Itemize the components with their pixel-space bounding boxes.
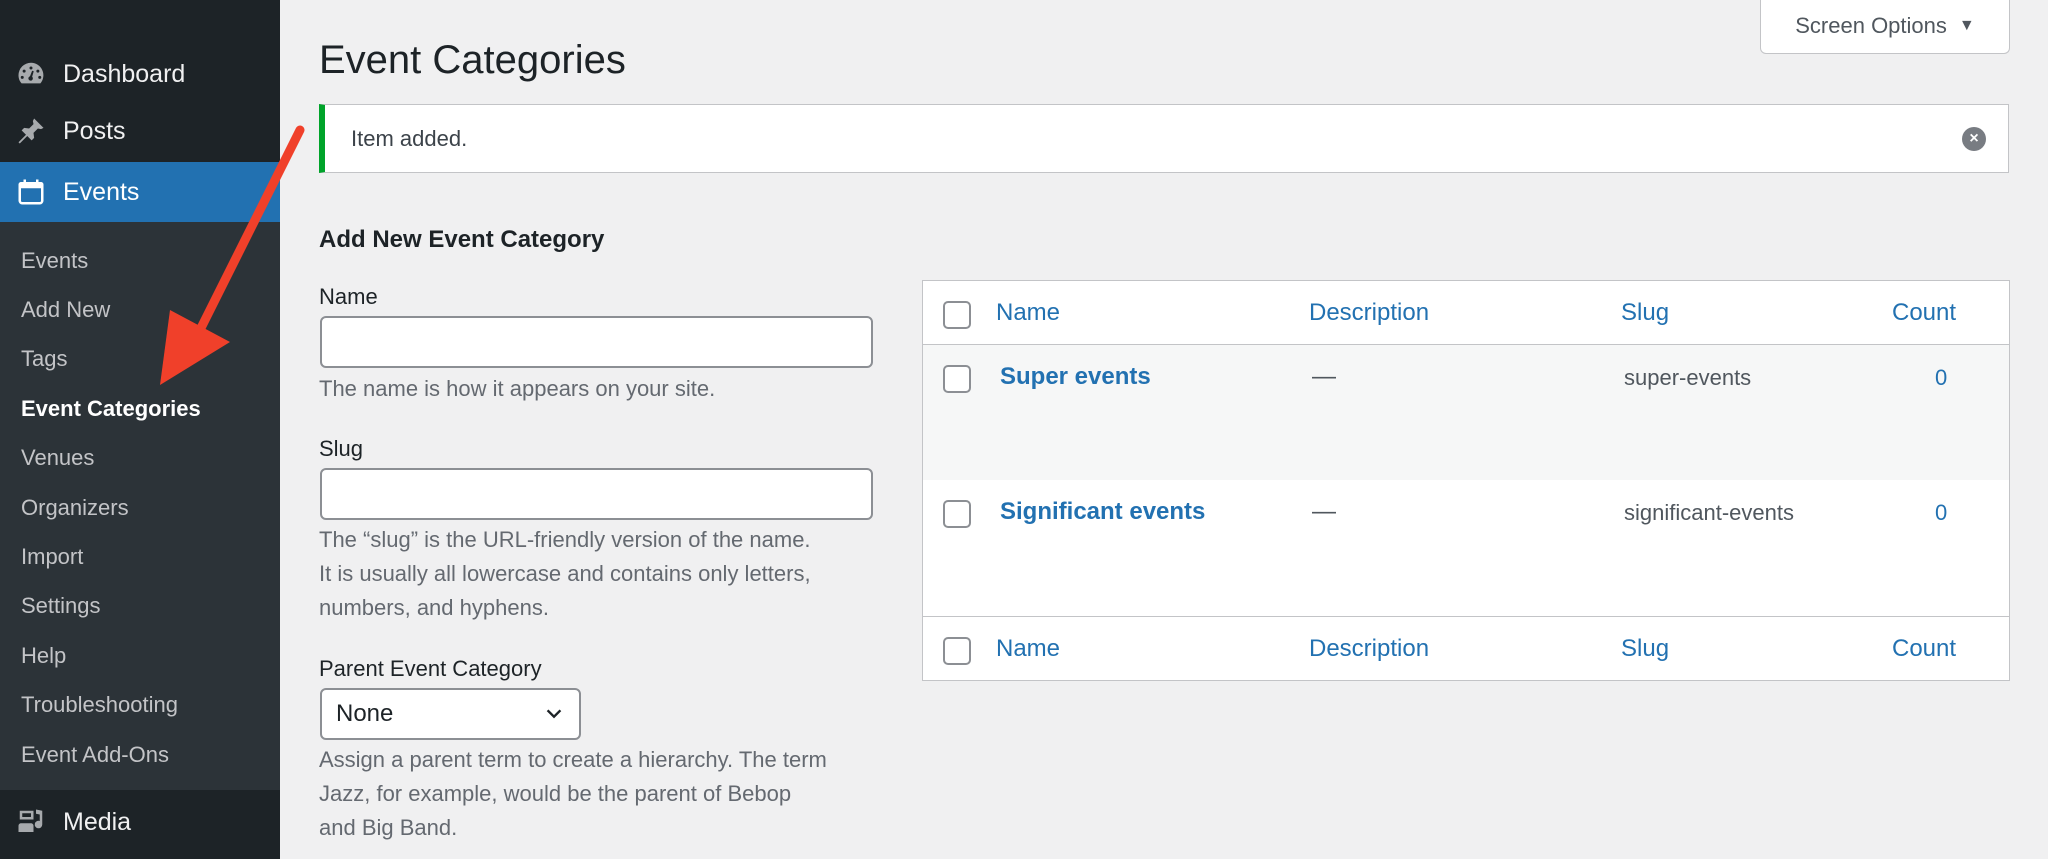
menu-dashboard[interactable]: Dashboard [0, 44, 280, 104]
calendar-icon [16, 177, 46, 207]
column-slug[interactable]: Slug [1621, 299, 1669, 327]
footer-column-slug[interactable]: Slug [1621, 635, 1669, 663]
submenu-event-add-ons[interactable]: Event Add-Ons [0, 730, 280, 779]
submenu-tags[interactable]: Tags [0, 335, 280, 384]
category-description: — [1312, 498, 1336, 525]
success-notice: Item added. × [319, 104, 2009, 173]
screen-options-label: Screen Options [1795, 12, 1947, 38]
categories-table: Name Description Slug Count Super events… [922, 280, 2010, 681]
table-header: Name Description Slug Count [923, 281, 2009, 345]
table-footer: Name Description Slug Count [923, 616, 2009, 680]
submenu-troubleshooting[interactable]: Troubleshooting [0, 681, 280, 730]
submenu-organizers[interactable]: Organizers [0, 483, 280, 532]
slug-input[interactable] [320, 468, 873, 520]
table-row: Significant events — significant-events … [923, 480, 2009, 615]
submenu-event-categories[interactable]: Event Categories [0, 384, 280, 433]
parent-help: Assign a parent term to create a hierarc… [319, 743, 889, 845]
notice-text: Item added. [351, 125, 468, 151]
page-title: Event Categories [319, 38, 626, 82]
select-all-checkbox-footer[interactable] [943, 637, 971, 665]
events-submenu: Events Add New Tags Event Categories Ven… [0, 222, 280, 790]
menu-events[interactable]: Events [0, 162, 280, 222]
menu-posts[interactable]: Posts [0, 101, 280, 161]
slug-help-line: numbers, and hyphens. [319, 595, 549, 620]
dashboard-icon [16, 59, 46, 89]
column-name[interactable]: Name [996, 299, 1060, 327]
category-count-link[interactable]: 0 [1935, 365, 1947, 391]
slug-label: Slug [319, 436, 364, 461]
slug-help-line: It is usually all lowercase and contains… [319, 561, 811, 586]
category-slug: significant-events [1624, 500, 1794, 525]
submenu-settings[interactable]: Settings [0, 582, 280, 631]
menu-media[interactable]: Media [0, 792, 280, 852]
menu-label: Dashboard [63, 59, 186, 88]
submenu-help[interactable]: Help [0, 631, 280, 680]
parent-category-select[interactable]: None [320, 688, 581, 740]
footer-column-count[interactable]: Count [1892, 635, 1956, 663]
main-content: Screen Options ▼ Event Categories Item a… [280, 0, 2048, 859]
parent-help-line: and Big Band. [319, 815, 458, 840]
parent-help-line: Jazz, for example, would be the parent o… [319, 781, 792, 806]
name-input[interactable] [320, 316, 873, 368]
screen-options-button[interactable]: Screen Options ▼ [1760, 0, 2010, 54]
table-row: Super events — super-events 0 [923, 345, 2009, 480]
footer-column-description[interactable]: Description [1309, 635, 1429, 663]
slug-help-line: The “slug” is the URL-friendly version o… [319, 527, 811, 552]
category-slug: super-events [1624, 365, 1752, 390]
menu-label: Media [63, 807, 132, 836]
column-count[interactable]: Count [1892, 299, 1956, 327]
category-description: — [1312, 363, 1336, 390]
select-all-checkbox[interactable] [943, 301, 971, 329]
chevron-down-icon [546, 709, 562, 719]
submenu-events[interactable]: Events [0, 236, 280, 285]
name-label: Name [319, 284, 378, 309]
submenu-venues[interactable]: Venues [0, 434, 280, 483]
footer-column-name[interactable]: Name [996, 635, 1060, 663]
pin-icon [16, 116, 46, 146]
row-checkbox[interactable] [943, 500, 971, 528]
menu-label: Posts [63, 116, 126, 145]
row-checkbox[interactable] [943, 365, 971, 393]
admin-sidebar: Dashboard Posts Events Events Add New Ta… [0, 0, 280, 859]
column-description[interactable]: Description [1309, 299, 1429, 327]
parent-help-line: Assign a parent term to create a hierarc… [319, 747, 827, 772]
name-help: The name is how it appears on your site. [319, 376, 716, 401]
triangle-down-icon: ▼ [1958, 16, 1975, 34]
submenu-add-new[interactable]: Add New [0, 285, 280, 334]
menu-label: Events [63, 177, 140, 206]
category-count-link[interactable]: 0 [1935, 500, 1947, 526]
add-form-title: Add New Event Category [319, 226, 605, 253]
category-name-link[interactable]: Significant events [1000, 498, 1205, 526]
parent-selected-value: None [336, 700, 394, 727]
slug-help: The “slug” is the URL-friendly version o… [319, 523, 889, 625]
parent-label: Parent Event Category [319, 656, 542, 681]
media-icon [16, 807, 46, 837]
submenu-import[interactable]: Import [0, 532, 280, 581]
category-name-link[interactable]: Super events [1000, 363, 1151, 391]
dismiss-icon[interactable]: × [1962, 127, 1986, 151]
